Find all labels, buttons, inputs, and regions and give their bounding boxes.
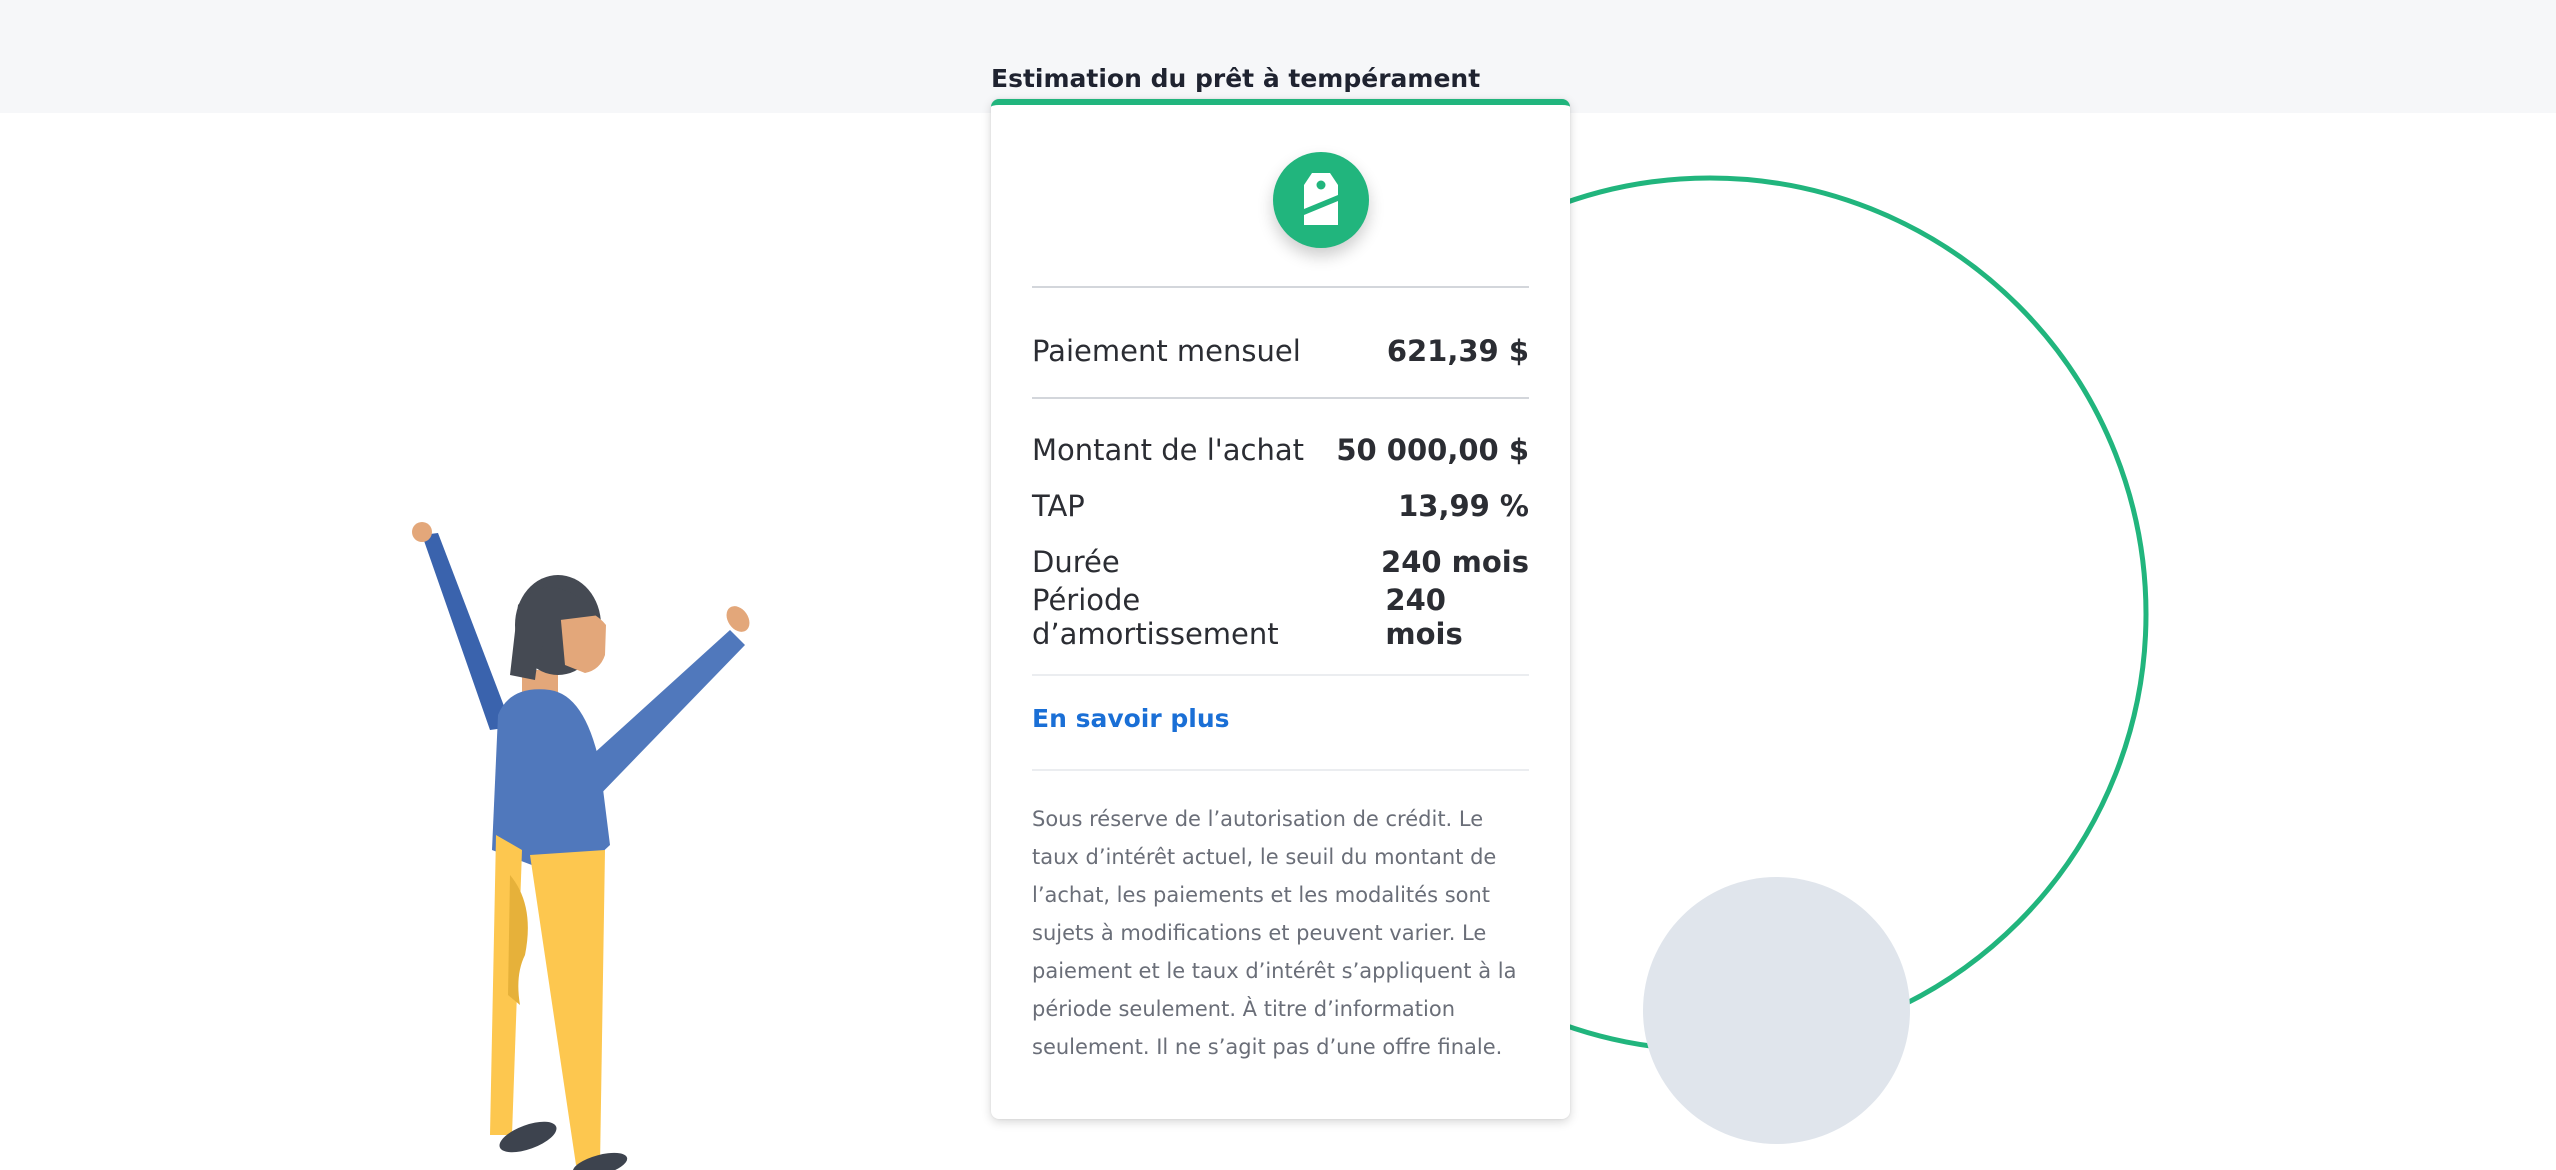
- detail-row-apr: TAP 13,99 %: [1032, 483, 1529, 529]
- detail-value: 50 000,00 $: [1336, 433, 1529, 467]
- detail-value: 240 mois: [1385, 583, 1463, 651]
- divider: [1032, 674, 1529, 676]
- detail-label: Montant de l'achat: [1032, 433, 1304, 467]
- divider: [1032, 397, 1529, 399]
- divider: [1032, 769, 1529, 771]
- decorative-disc: [1643, 877, 1910, 1144]
- card-heading: Estimation du prêt à tempérament: [991, 64, 1481, 93]
- monthly-payment-row: Paiement mensuel 621,39 $: [1032, 328, 1529, 374]
- disclaimer-text: Sous réserve de l’autorisation de crédit…: [1032, 807, 1517, 1059]
- detail-label: Période d’amortissement: [1032, 583, 1279, 651]
- detail-label: TAP: [1032, 489, 1085, 523]
- detail-value: 13,99 %: [1398, 489, 1529, 523]
- detail-label: Durée: [1032, 545, 1120, 579]
- learn-more-link[interactable]: En savoir plus: [1032, 704, 1230, 733]
- monthly-payment-value: 621,39 $: [1386, 334, 1529, 368]
- divider: [1032, 286, 1529, 288]
- detail-row-amortization: Période d’amortissement 240 mois: [1032, 583, 1529, 651]
- detail-row-term: Durée 240 mois: [1032, 539, 1529, 585]
- loan-estimate-card: Paiement mensuel 621,39 $ Montant de l'a…: [991, 99, 1570, 1119]
- monthly-payment-label: Paiement mensuel: [1032, 334, 1301, 368]
- detail-value: 240 mois: [1381, 545, 1529, 579]
- price-tag-icon: [1304, 173, 1338, 225]
- person-celebrating-illustration: [412, 522, 750, 1170]
- header-band: [0, 0, 2556, 113]
- detail-row-purchase-amount: Montant de l'achat 50 000,00 $: [1032, 427, 1529, 473]
- badge: [1273, 152, 1369, 248]
